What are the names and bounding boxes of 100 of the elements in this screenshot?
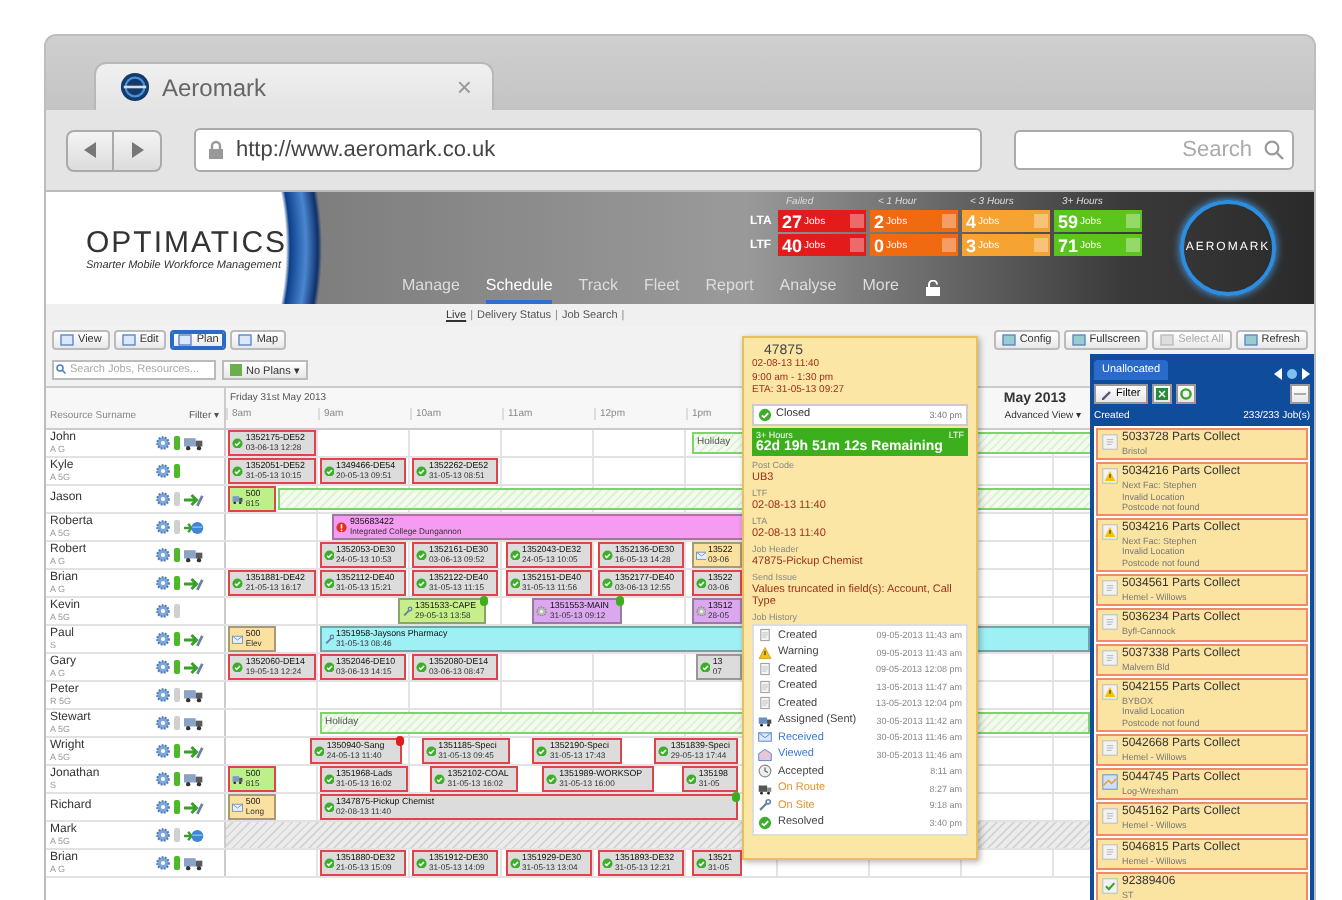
check-icon xyxy=(602,857,613,869)
wrench-icon xyxy=(758,798,772,813)
envelope-icon xyxy=(695,549,706,561)
check-icon xyxy=(509,857,520,869)
arrow-icon xyxy=(184,491,204,507)
refresh-icon xyxy=(1180,388,1193,400)
back-button[interactable] xyxy=(66,129,114,171)
document-icon xyxy=(1102,739,1118,756)
window-icon xyxy=(1243,334,1258,346)
document-icon xyxy=(758,628,772,643)
check-icon xyxy=(323,661,334,673)
truck-icon xyxy=(758,713,772,728)
window-icon xyxy=(121,334,136,346)
address-bar[interactable]: http://www.aeromark.co.uk xyxy=(194,128,982,172)
document-icon xyxy=(1102,434,1118,450)
check-icon xyxy=(602,549,613,561)
check-icon xyxy=(758,815,772,830)
check-icon xyxy=(509,577,520,589)
envelope-icon xyxy=(758,730,772,745)
alert-icon xyxy=(336,521,348,533)
warning-icon xyxy=(758,645,772,660)
check-icon xyxy=(232,661,244,673)
tab-title: Aeromark xyxy=(162,73,269,101)
window-icon xyxy=(1160,334,1175,346)
check-icon xyxy=(434,773,446,785)
window-icon xyxy=(238,334,253,346)
check-icon xyxy=(323,465,334,477)
check-icon xyxy=(323,773,334,785)
check-icon xyxy=(232,577,244,589)
excel-button[interactable] xyxy=(1152,384,1173,404)
back-icon xyxy=(84,142,96,158)
spreadsheet-icon xyxy=(1156,388,1169,400)
arrow-icon xyxy=(184,631,204,647)
check-icon xyxy=(657,745,669,757)
window-icon xyxy=(1001,334,1016,346)
check-icon xyxy=(546,773,558,785)
truck-icon xyxy=(232,493,244,505)
globe-icon xyxy=(184,519,204,535)
truck-icon xyxy=(184,547,204,563)
truck-icon xyxy=(184,715,204,731)
forward-button[interactable] xyxy=(114,129,162,171)
check-icon xyxy=(602,577,613,589)
check-icon xyxy=(232,437,244,449)
warning-icon xyxy=(1102,683,1118,700)
arrow-icon xyxy=(184,659,204,675)
wrench-icon xyxy=(402,605,414,617)
truck-icon xyxy=(758,781,772,796)
truck-icon xyxy=(184,855,204,871)
document-icon xyxy=(1102,843,1118,860)
check-icon xyxy=(536,745,548,757)
globe-icon xyxy=(120,72,150,102)
gear-icon xyxy=(536,605,548,617)
logo-text: OPTIMATICS xyxy=(86,225,290,259)
window-icon xyxy=(1071,334,1086,346)
check-icon xyxy=(416,465,427,477)
check-icon xyxy=(699,661,711,673)
globe-icon xyxy=(184,827,204,843)
document-icon xyxy=(1102,614,1118,631)
check-icon xyxy=(509,549,520,561)
filter-icon xyxy=(1102,389,1112,399)
url-text: http://www.aeromark.co.uk xyxy=(236,138,496,162)
check-icon xyxy=(416,661,427,673)
refresh-button[interactable] xyxy=(1176,384,1197,404)
check-icon xyxy=(323,577,334,589)
arrow-icon xyxy=(184,743,204,759)
truck-icon xyxy=(184,771,204,787)
search-field[interactable]: Search xyxy=(1014,130,1294,170)
lock-icon[interactable] xyxy=(925,280,939,296)
check-icon xyxy=(416,857,427,869)
envelope-icon xyxy=(232,633,244,645)
check-icon xyxy=(1102,878,1118,895)
check-icon xyxy=(685,773,697,785)
check-icon xyxy=(425,745,437,757)
document-icon xyxy=(1102,808,1118,825)
window-icon xyxy=(60,334,74,346)
check-icon xyxy=(695,577,706,589)
open-envelope-icon xyxy=(758,747,772,762)
check-icon xyxy=(323,801,334,813)
browser-tab[interactable]: Aeromark × xyxy=(94,62,494,110)
envelope-icon xyxy=(232,801,244,813)
warning-icon xyxy=(1102,468,1118,485)
check-icon xyxy=(323,857,334,869)
map-icon xyxy=(1102,774,1118,791)
wrench-icon xyxy=(323,633,334,645)
check-icon xyxy=(695,857,706,869)
pager-icon[interactable] xyxy=(1274,368,1310,380)
check-icon xyxy=(313,745,325,757)
forward-icon xyxy=(131,142,143,158)
truck-icon xyxy=(184,687,204,703)
check-icon xyxy=(416,577,427,589)
document-icon xyxy=(1102,649,1118,666)
document-icon xyxy=(1102,580,1118,597)
check-icon xyxy=(416,549,427,561)
truck-icon xyxy=(184,435,204,451)
arrow-icon xyxy=(184,799,204,815)
gear-icon xyxy=(695,605,706,617)
window-icon xyxy=(178,334,193,346)
warning-icon xyxy=(1102,524,1118,541)
search-icon xyxy=(1264,140,1284,160)
menu-icon xyxy=(1294,390,1306,398)
